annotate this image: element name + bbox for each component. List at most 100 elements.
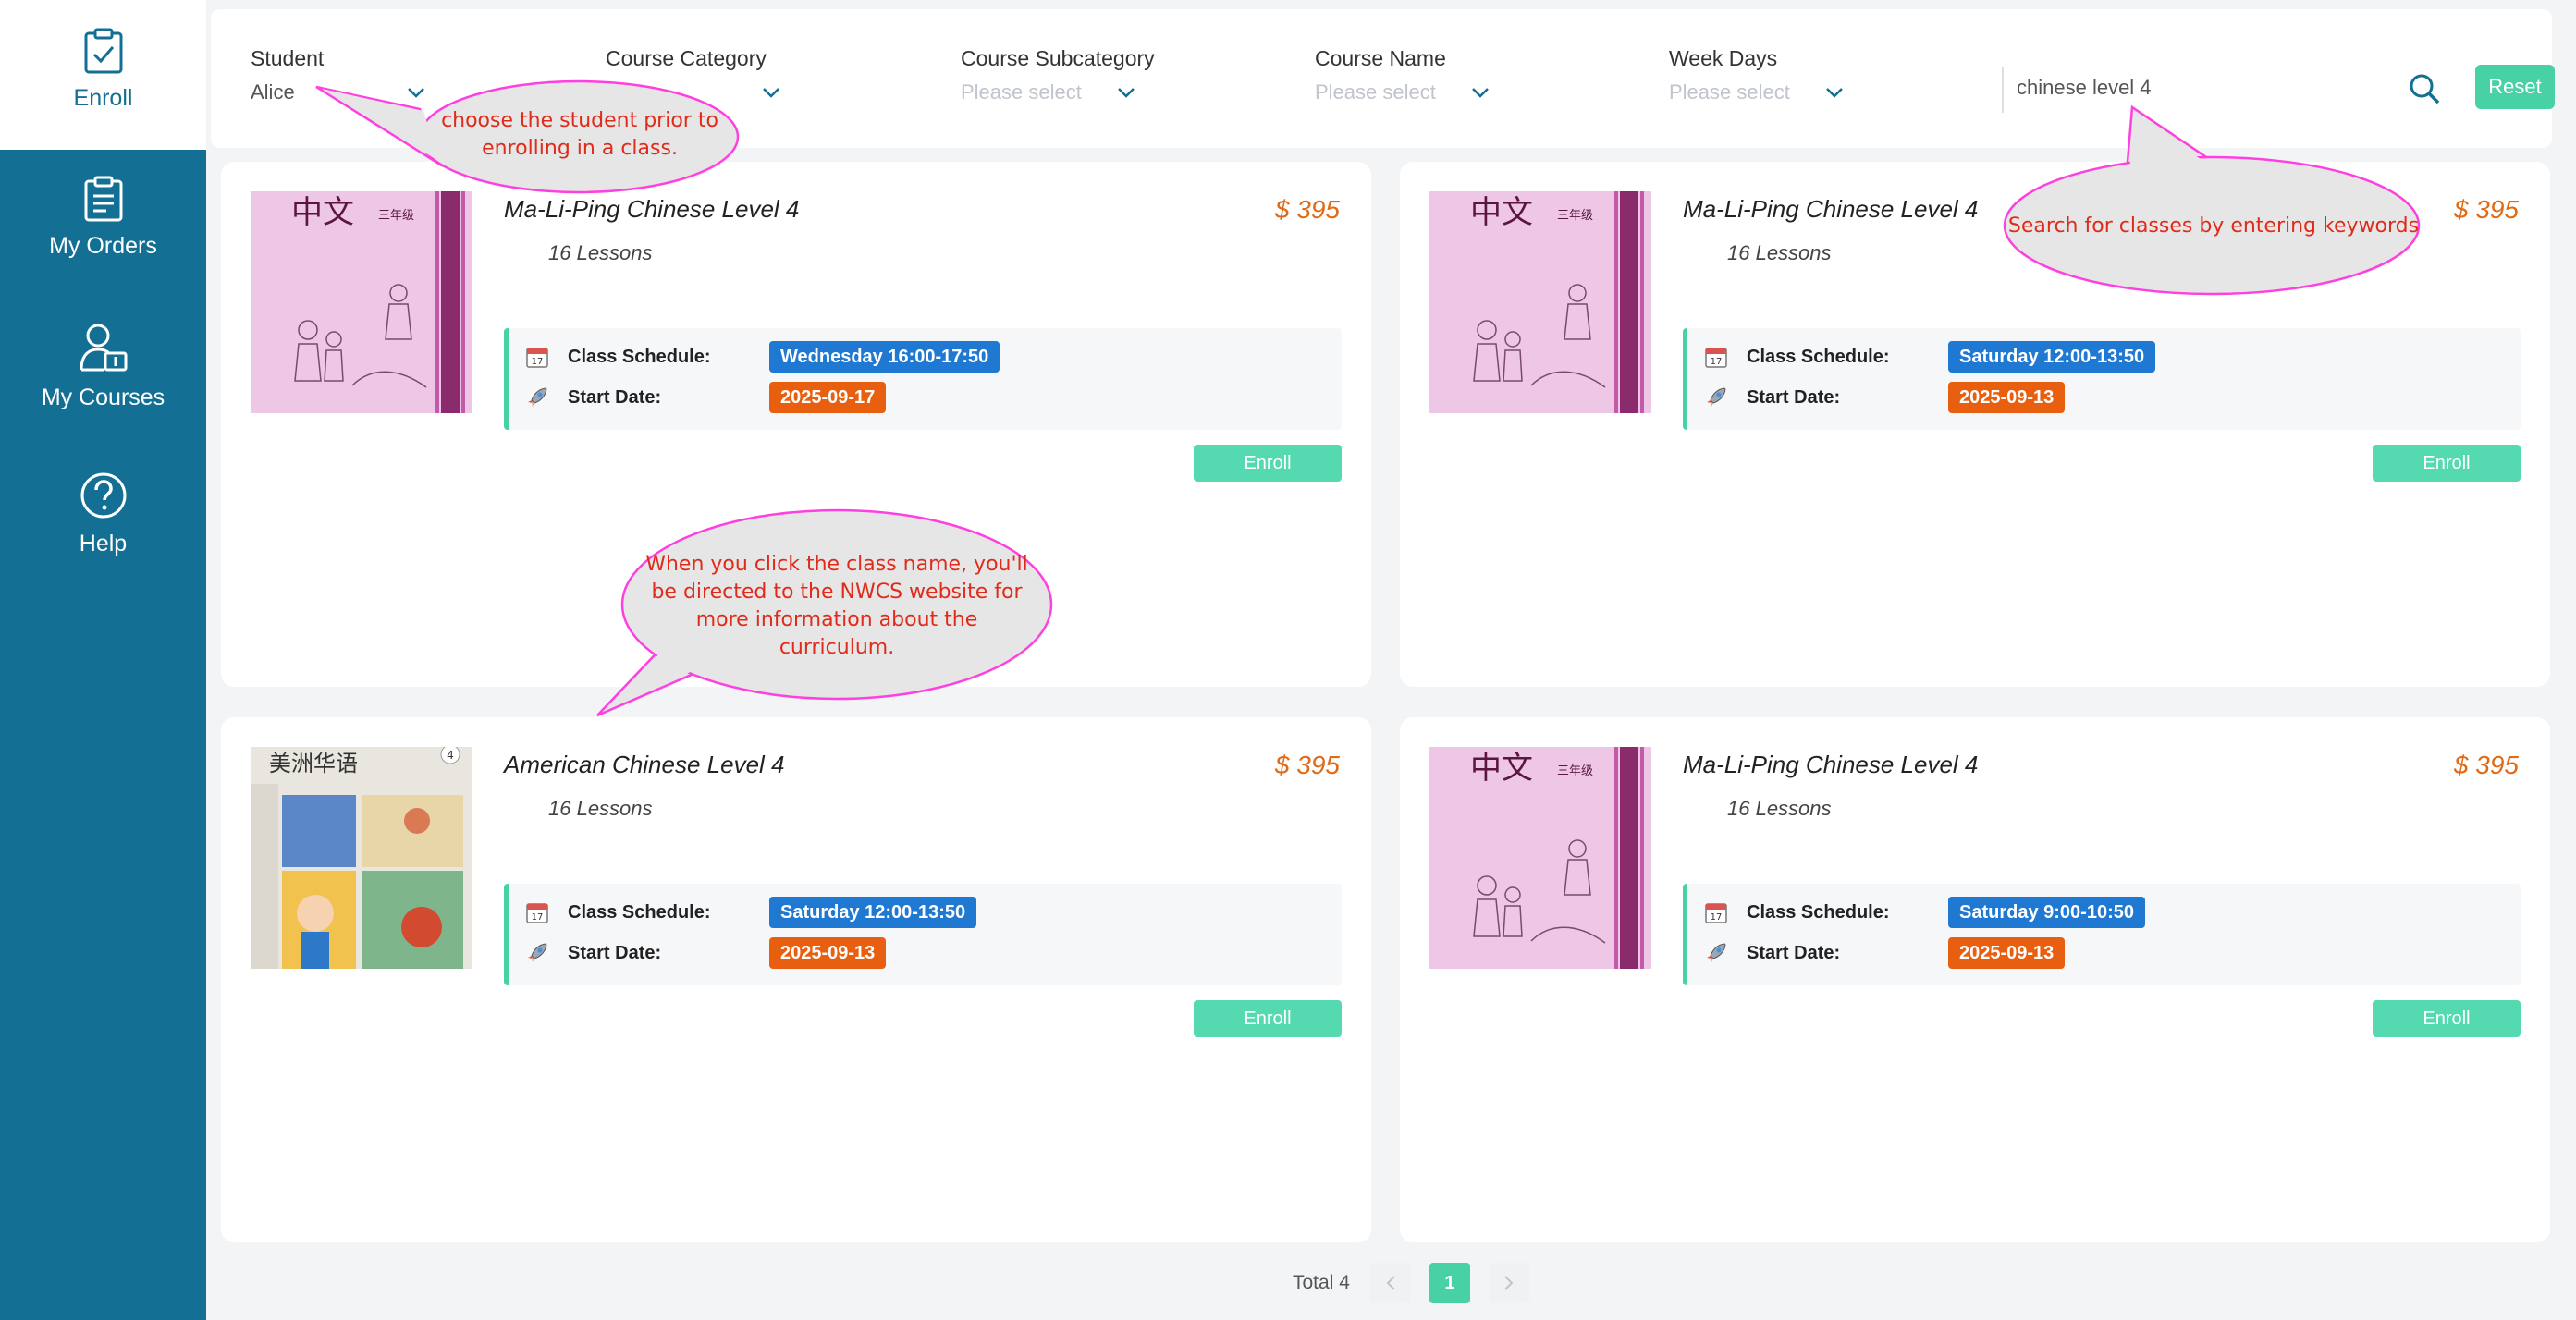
- start-date-badge: 2025-09-13: [1948, 937, 2066, 969]
- course-price: $ 395: [2453, 195, 2519, 224]
- lessons-count: 16 Lessons: [1727, 241, 1832, 264]
- course-name-link[interactable]: Ma-Li-Ping Chinese Level 4: [1683, 195, 1978, 224]
- cover-title-text: 中文: [1470, 194, 1533, 231]
- course-category-filter[interactable]: Course Category: [606, 46, 767, 88]
- start-date-badge: 2025-09-17: [769, 382, 887, 413]
- sidebar: Enroll My Orders My Courses Help: [0, 0, 206, 1320]
- enroll-button[interactable]: Enroll: [2373, 445, 2521, 482]
- sidebar-item-label: Help: [79, 531, 128, 556]
- course-name-link[interactable]: American Chinese Level 4: [504, 751, 785, 779]
- cover-title-text: 中文: [291, 194, 354, 231]
- start-date-label: Start Date:: [1747, 386, 1841, 408]
- course-subcategory-placeholder[interactable]: Please select: [961, 80, 1082, 104]
- cover-grade-text: 三年级: [1557, 209, 1593, 223]
- chevron-down-icon[interactable]: [407, 87, 425, 98]
- course-card: 中文 三年级 Ma-Li-Ping Chinese Level 4 16 Les…: [1400, 162, 2550, 687]
- course-card: 中文 三年级 Ma-Li-Ping Chinese Level 4 16 Les…: [1400, 717, 2550, 1242]
- week-days-placeholder[interactable]: Please select: [1669, 80, 1790, 104]
- start-date-label: Start Date:: [568, 942, 662, 963]
- sidebar-item-my-orders[interactable]: My Orders: [0, 176, 206, 260]
- enroll-button[interactable]: Enroll: [2373, 1000, 2521, 1037]
- week-days-filter[interactable]: Week Days Please select: [1669, 46, 1790, 104]
- app: Enroll My Orders My Courses Help Student…: [0, 0, 2576, 1320]
- calendar-icon: 17: [525, 900, 549, 924]
- calendar-icon: 17: [525, 345, 549, 369]
- course-card: 美洲华语 4 American Chinese Level 4 16 Lesso…: [221, 717, 1371, 1242]
- course-name-link[interactable]: Ma-Li-Ping Chinese Level 4: [504, 195, 799, 224]
- search-callout-text: Search for classes by entering keywords: [2007, 214, 2420, 238]
- schedule-panel: 17 Class Schedule: Saturday 12:00-13:50 …: [1683, 328, 2521, 430]
- start-date-label: Start Date:: [568, 386, 662, 408]
- book-cover-image: 中文 三年级: [1429, 747, 1651, 969]
- calendar-icon: 17: [1704, 900, 1728, 924]
- question-circle-icon: [80, 472, 126, 519]
- course-price: $ 395: [2453, 751, 2519, 779]
- rocket-icon: [1704, 385, 1728, 409]
- chevron-right-icon: [1504, 1276, 1514, 1290]
- schedule-label: Class Schedule:: [1747, 346, 1890, 367]
- course-name-link[interactable]: Ma-Li-Ping Chinese Level 4: [1683, 751, 1978, 779]
- enroll-button[interactable]: Enroll: [1194, 445, 1342, 482]
- lessons-count: 16 Lessons: [548, 241, 653, 264]
- search-input[interactable]: [2004, 67, 2355, 109]
- course-name-placeholder[interactable]: Please select: [1315, 80, 1436, 104]
- prev-page-button[interactable]: [1369, 1263, 1411, 1303]
- sidebar-item-label: Enroll: [73, 85, 133, 111]
- chevron-down-icon[interactable]: [1117, 87, 1135, 98]
- lessons-count: 16 Lessons: [1727, 797, 1832, 820]
- sidebar-item-my-courses[interactable]: My Courses: [0, 322, 206, 411]
- student-filter[interactable]: Student Alice: [251, 46, 324, 104]
- cover-grade-text: 4: [447, 749, 454, 762]
- book-cover-image: 美洲华语 4: [251, 747, 472, 969]
- cover-grade-text: 三年级: [1557, 764, 1593, 778]
- sidebar-item-label: My Courses: [41, 385, 166, 410]
- pagination: Total 4 1: [1293, 1263, 1548, 1303]
- clipboard-list-icon: [84, 176, 122, 222]
- student-callout-text: choose the student prior to enrolling in…: [441, 109, 718, 160]
- schedule-badge: Saturday 12:00-13:50: [769, 897, 977, 928]
- search-icon[interactable]: [2408, 72, 2441, 105]
- user-book-icon: [80, 324, 127, 372]
- sidebar-item-label: My Orders: [49, 233, 157, 259]
- book-cover-image: 中文 三年级: [251, 191, 472, 413]
- chevron-down-icon[interactable]: [1825, 87, 1844, 98]
- chevron-left-icon: [1386, 1276, 1395, 1290]
- start-date-label: Start Date:: [1747, 942, 1841, 963]
- schedule-badge: Saturday 12:00-13:50: [1948, 341, 2156, 373]
- next-page-button[interactable]: [1488, 1263, 1529, 1303]
- student-select-value[interactable]: Alice: [251, 80, 295, 104]
- schedule-label: Class Schedule:: [568, 346, 711, 367]
- page-number-button[interactable]: 1: [1429, 1263, 1470, 1303]
- filter-label: Student: [251, 46, 325, 70]
- filter-label: Course Category: [606, 46, 767, 70]
- filter-label: Course Name: [1315, 46, 1446, 70]
- cover-title-text: 中文: [1470, 750, 1533, 787]
- rocket-icon: [525, 385, 549, 409]
- clipboard-check-icon: [84, 28, 122, 74]
- start-date-badge: 2025-09-13: [1948, 382, 2066, 413]
- book-cover-image: 中文 三年级: [1429, 191, 1651, 413]
- sidebar-item-help[interactable]: Help: [0, 471, 206, 557]
- schedule-label: Class Schedule:: [1747, 901, 1890, 923]
- calendar-icon: 17: [1704, 345, 1728, 369]
- course-price: $ 395: [1274, 751, 1340, 779]
- course-name-filter[interactable]: Course Name Please select: [1315, 46, 1446, 104]
- chevron-down-icon[interactable]: [762, 87, 780, 98]
- class-name-callout-text: When you click the class name, you'll be…: [645, 553, 1028, 659]
- schedule-badge: Wednesday 16:00-17:50: [769, 341, 1000, 373]
- sidebar-item-enroll[interactable]: Enroll: [0, 0, 206, 150]
- svg-text:17: 17: [1711, 912, 1723, 923]
- schedule-panel: 17 Class Schedule: Saturday 9:00-10:50 S…: [1683, 884, 2521, 985]
- course-price: $ 395: [1274, 195, 1340, 224]
- schedule-label: Class Schedule:: [568, 901, 711, 923]
- filter-label: Week Days: [1669, 46, 1778, 70]
- chevron-down-icon[interactable]: [1471, 87, 1490, 98]
- rocket-icon: [1704, 941, 1728, 965]
- svg-text:17: 17: [532, 357, 544, 367]
- start-date-badge: 2025-09-13: [769, 937, 887, 969]
- cover-grade-text: 三年级: [378, 209, 414, 223]
- enroll-button[interactable]: Enroll: [1194, 1000, 1342, 1037]
- schedule-badge: Saturday 9:00-10:50: [1948, 897, 2145, 928]
- reset-button[interactable]: Reset: [2475, 65, 2555, 109]
- search-box: [2002, 67, 2399, 113]
